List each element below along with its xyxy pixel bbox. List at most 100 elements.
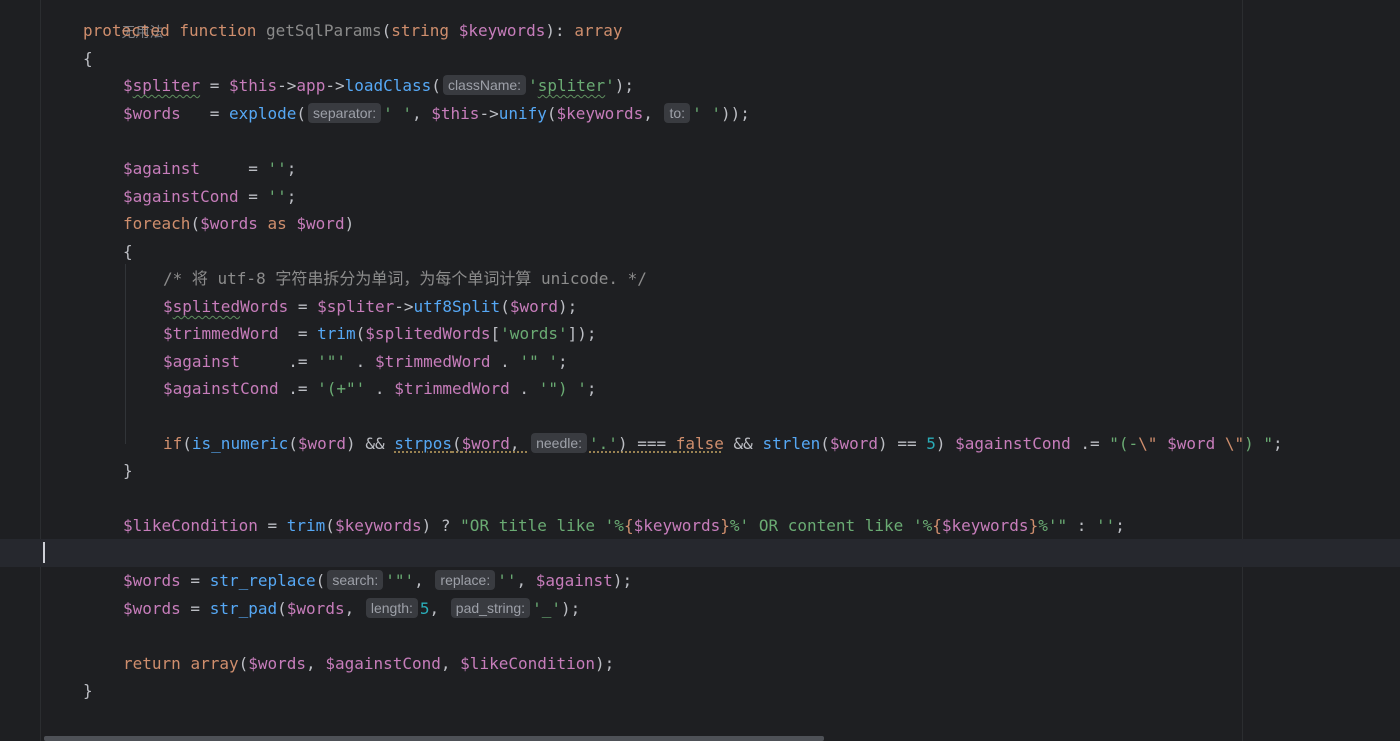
code-token: if	[163, 434, 183, 453]
code-token: (	[546, 104, 557, 123]
code-token: ,	[306, 654, 326, 673]
code-line-words-replace[interactable]: $words = str_replace(search: '"', replace…	[123, 567, 632, 595]
code-token: $againstCond	[955, 434, 1071, 453]
code-token: ,	[440, 654, 461, 673]
code-token: $againstCond	[163, 379, 279, 398]
code-token: protected	[83, 21, 180, 40]
code-line-close-brace[interactable]: }	[83, 677, 93, 705]
code-line-comment[interactable]: /* 将 utf-8 字符串拆分为单词，为每个单词计算 unicode. */	[163, 265, 647, 293]
code-token: ->	[394, 297, 414, 316]
code-token: $against	[535, 571, 613, 590]
code-token: '"'	[317, 352, 347, 371]
code-token: =	[257, 516, 287, 535]
code-line-spliter[interactable]: $spliter = $this->app->loadClass(classNa…	[123, 72, 634, 100]
parameter-hint: length:	[365, 598, 418, 618]
code-token: $keywords	[941, 516, 1029, 535]
code-token: .=	[240, 352, 318, 371]
code-token: ->	[277, 76, 297, 95]
code-token: $word	[509, 297, 558, 316]
code-token: $againstCond	[325, 654, 441, 673]
code-token: "(-	[1109, 434, 1139, 453]
code-token: array	[190, 654, 239, 673]
code-line-splited-words[interactable]: $splitedWords = $spliter->utf8Split($wor…	[163, 293, 577, 321]
code-token: $words	[200, 214, 258, 233]
code-token: ''	[267, 159, 287, 178]
code-token: $this	[228, 76, 278, 95]
code-line-words-pad[interactable]: $words = str_pad($words, length: 5, pad_s…	[123, 595, 580, 623]
code-token: =	[200, 76, 229, 95]
code-token: }	[123, 461, 133, 480]
code-line-if-numeric[interactable]: if(is_numeric($word) && strpos($word, ne…	[163, 430, 1283, 458]
code-token: $word	[297, 434, 347, 453]
code-token: trim	[286, 516, 326, 535]
code-token: (	[296, 104, 307, 123]
code-token: $likeCondition	[460, 654, 596, 673]
code-line-like-condition[interactable]: $likeCondition = trim($keywords) ? "OR t…	[123, 512, 1125, 540]
gutter-divider	[40, 0, 41, 741]
code-editor[interactable]: 无用法 protected function getSqlParams(stri…	[0, 0, 1400, 741]
code-token: )	[344, 214, 355, 233]
parameter-hint: pad_string:	[450, 598, 531, 618]
code-token: {	[623, 516, 634, 535]
current-line-highlight	[0, 539, 1400, 567]
code-token: );	[558, 297, 578, 316]
code-token: }	[83, 681, 93, 700]
code-token: ):	[545, 21, 575, 40]
code-token: ) ===	[617, 434, 676, 453]
code-line-return[interactable]: return array($words, $againstCond, $like…	[123, 650, 614, 678]
code-token: explode	[228, 104, 297, 123]
code-line-against-append[interactable]: $against .= '"' . $trimmedWord . '" ';	[163, 348, 568, 376]
code-token: '"'	[385, 571, 415, 590]
horizontal-scrollbar[interactable]	[44, 736, 824, 741]
code-token: .	[365, 379, 395, 398]
code-token: '	[605, 76, 615, 95]
code-line-against-cond[interactable]: $againstCond = '';	[123, 183, 296, 211]
code-token: app	[296, 76, 326, 95]
code-token: ]);	[567, 324, 597, 343]
code-line-words-explode[interactable]: $words = explode(separator: ' ', $this->u…	[123, 100, 750, 128]
code-token: $word	[461, 434, 510, 453]
code-token: $	[123, 76, 133, 95]
code-token: return	[123, 654, 191, 673]
code-token: \"	[1138, 434, 1158, 453]
code-line-foreach-open[interactable]: {	[123, 238, 133, 266]
code-token: $keywords	[633, 516, 721, 535]
code-token: string	[391, 21, 459, 40]
code-token: $this	[431, 104, 480, 123]
code-token: ' '	[692, 104, 721, 123]
code-token: ) ==	[878, 434, 927, 453]
code-token: Words	[240, 297, 289, 316]
code-token: );	[612, 571, 633, 590]
code-token: '_'	[532, 599, 561, 618]
code-token: {	[932, 516, 942, 535]
code-line-against[interactable]: $against = '';	[123, 155, 296, 183]
code-token: =	[288, 297, 318, 316]
code-token: /* 将 utf-8 字符串拆分为单词，为每个单词计算 unicode. */	[163, 269, 647, 288]
code-token: .=	[1070, 434, 1110, 453]
code-token: array	[574, 21, 623, 40]
code-token: $words	[286, 599, 345, 618]
code-token: ->	[479, 104, 499, 123]
parameter-hint: needle:	[531, 433, 588, 453]
code-token: trim	[317, 324, 356, 343]
code-line-foreach-close[interactable]: }	[123, 457, 133, 485]
code-token: $keywords	[458, 21, 546, 40]
code-token: as	[257, 214, 297, 233]
code-line-sig[interactable]: protected function getSqlParams(string $…	[83, 17, 622, 45]
code-token: (	[431, 76, 441, 95]
code-token: (	[238, 654, 249, 673]
code-line-trimmed-word[interactable]: $trimmedWord = trim($splitedWords['words…	[163, 320, 597, 348]
code-token: ;	[286, 159, 297, 178]
code-token: (	[355, 324, 366, 343]
code-line-foreach[interactable]: foreach($words as $word)	[123, 210, 354, 238]
parameter-hint: to:	[664, 103, 691, 123]
code-token: }	[1028, 516, 1039, 535]
code-token: $words	[123, 104, 181, 123]
code-line-open-brace[interactable]: {	[83, 45, 93, 73]
code-token: $against	[163, 352, 241, 371]
code-token: %'"	[1038, 516, 1068, 535]
code-token: .=	[278, 379, 318, 398]
code-line-against-cond-append[interactable]: $againstCond .= '(+"' . $trimmedWord . '…	[163, 375, 597, 403]
code-token: );	[595, 654, 615, 673]
